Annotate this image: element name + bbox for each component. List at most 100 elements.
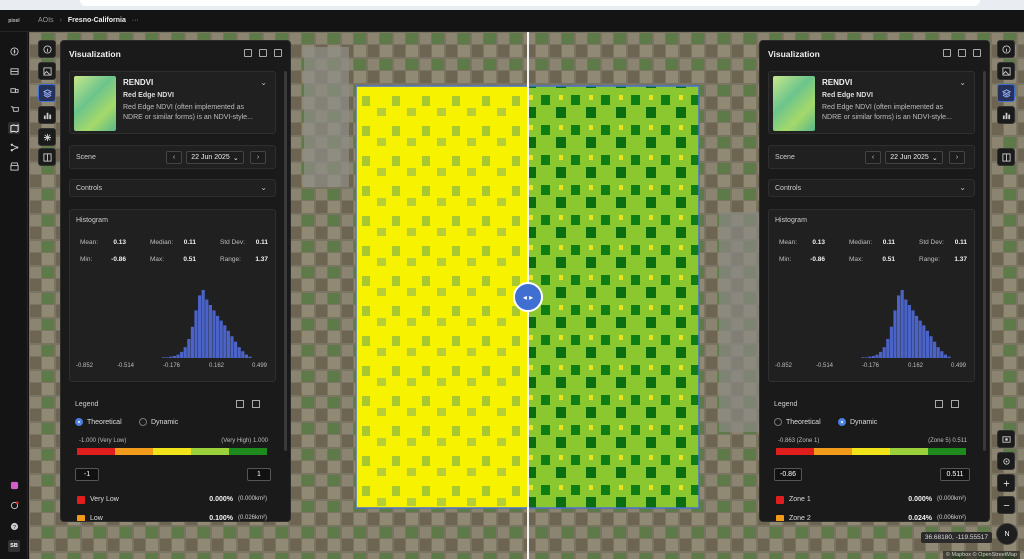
min-value: -0.86: [810, 256, 825, 263]
histogram-bar: [889, 326, 893, 358]
truck-icon[interactable]: [8, 84, 20, 96]
sidebar-toggle-icon[interactable]: [274, 49, 282, 57]
hist-tick: -0.852: [76, 363, 94, 369]
histogram-bar: [886, 338, 890, 358]
sparkle-icon[interactable]: [38, 128, 56, 146]
controls-label: Controls: [775, 185, 802, 192]
download-icon[interactable]: [244, 49, 252, 57]
compass-button[interactable]: N: [996, 523, 1018, 545]
legend-row-name: Low: [90, 515, 103, 522]
edit-icon[interactable]: [935, 400, 943, 408]
split-view-icon[interactable]: [38, 148, 56, 166]
ramp-segment: [77, 448, 115, 455]
network-icon[interactable]: [8, 141, 20, 153]
histogram-bar: [943, 354, 947, 358]
legend-mode-theoretical[interactable]: Theoretical: [774, 418, 821, 426]
expand-icon[interactable]: [958, 49, 966, 57]
hist-tick: -0.176: [862, 363, 880, 369]
image-icon[interactable]: [38, 62, 56, 80]
histogram-bar: [248, 356, 252, 358]
prev-scene-button[interactable]: ‹: [865, 151, 881, 164]
layer-card[interactable]: RENDVI Red Edge NDVI Red Edge NDVI (ofte…: [69, 71, 276, 134]
breadcrumb-current[interactable]: Fresno-California: [68, 17, 126, 24]
copy-icon[interactable]: [951, 400, 959, 408]
histogram-bar: [230, 336, 234, 358]
address-bar[interactable]: [80, 0, 980, 6]
max-input[interactable]: 1: [247, 468, 271, 481]
scene-date-select[interactable]: 22 Jun 2025 ⌄: [186, 151, 244, 164]
scene-date-select[interactable]: 22 Jun 2025 ⌄: [885, 151, 943, 164]
legend-row-pct: 0.000%: [209, 496, 233, 503]
radio-selected-icon: [75, 418, 83, 426]
max-input[interactable]: 0.511: [940, 468, 970, 481]
histogram-bar: [947, 356, 951, 358]
legend-mode-theoretical[interactable]: Theoretical: [75, 418, 122, 426]
compass-icon[interactable]: [8, 45, 20, 57]
min-input[interactable]: -0.86: [774, 468, 802, 481]
histogram-bar: [194, 310, 198, 358]
min-label: Min:: [779, 256, 792, 263]
map-icon[interactable]: [8, 122, 20, 134]
histogram-bar: [201, 290, 205, 358]
help-icon[interactable]: ?: [8, 520, 20, 532]
histogram-bar: [918, 320, 922, 358]
bar-chart-icon-right[interactable]: [997, 106, 1015, 124]
locate-icon[interactable]: [997, 452, 1015, 470]
layers-icon[interactable]: [38, 84, 56, 102]
prev-scene-button[interactable]: ‹: [166, 151, 182, 164]
next-scene-button[interactable]: ›: [949, 151, 965, 164]
std-value: 0.11: [255, 239, 268, 246]
range-value: 1.37: [954, 256, 967, 263]
theoretical-label: Theoretical: [786, 418, 821, 426]
info-icon-right[interactable]: [997, 40, 1015, 58]
expand-icon[interactable]: [259, 49, 267, 57]
panel-scrollbar[interactable]: [983, 71, 986, 451]
layers-icon-right[interactable]: [997, 84, 1015, 102]
color-ramp[interactable]: [77, 448, 267, 455]
map-attribution[interactable]: © Mapbox © OpenStreetMap: [942, 551, 1020, 559]
max-label: Max:: [150, 256, 165, 263]
edit-icon[interactable]: [236, 400, 244, 408]
legend-mode-dynamic[interactable]: Dynamic: [139, 418, 178, 426]
max-label: Max:: [849, 256, 864, 263]
legend-swatch: [77, 515, 85, 521]
store-icon[interactable]: [8, 160, 20, 172]
color-ramp[interactable]: [776, 448, 966, 455]
notification-icon[interactable]: [8, 499, 20, 511]
legend-mode-dynamic[interactable]: Dynamic: [838, 418, 877, 426]
split-view-icon-right[interactable]: [997, 148, 1015, 166]
legend-row-area: (0.026km²): [237, 515, 267, 521]
app-logo[interactable]: pixel: [0, 18, 28, 24]
next-scene-button[interactable]: ›: [250, 151, 266, 164]
min-input[interactable]: -1: [75, 468, 99, 481]
cart-icon[interactable]: [8, 103, 20, 115]
bar-chart-icon[interactable]: [38, 106, 56, 124]
radio-icon: [774, 418, 782, 426]
zoom-in-button[interactable]: [997, 474, 1015, 492]
more-options-button[interactable]: ···: [132, 17, 139, 24]
panel-scrollbar[interactable]: [284, 71, 287, 451]
download-icon[interactable]: [943, 49, 951, 57]
image-icon-right[interactable]: [997, 62, 1015, 80]
range-high-label: (Zone 5) 0.511: [928, 438, 967, 444]
breadcrumb-aois[interactable]: AOIs: [38, 17, 54, 24]
chevron-down-icon[interactable]: ⌄: [959, 78, 966, 87]
dynamic-label: Dynamic: [151, 418, 179, 426]
layer-card[interactable]: RENDVI Red Edge NDVI Red Edge NDVI (ofte…: [768, 71, 975, 134]
controls-section[interactable]: Controls ⌄: [768, 179, 975, 197]
compare-slider-handle[interactable]: ◂ ▸: [513, 282, 543, 312]
user-avatar[interactable]: SB: [8, 540, 20, 552]
screenshot-icon[interactable]: [997, 430, 1015, 448]
zoom-out-button[interactable]: [997, 496, 1015, 514]
app-badge-icon[interactable]: [8, 479, 20, 491]
coordinate-readout: 36.68180, -119.55517: [920, 532, 992, 543]
copy-icon[interactable]: [252, 400, 260, 408]
sidebar-toggle-icon[interactable]: [973, 49, 981, 57]
histogram-bar: [864, 357, 868, 358]
chevron-down-icon[interactable]: ⌄: [260, 78, 267, 87]
histogram-bar: [900, 290, 904, 358]
info-icon[interactable]: [38, 40, 56, 58]
ramp-segment: [115, 448, 153, 455]
controls-section[interactable]: Controls ⌄: [69, 179, 276, 197]
stack-icon[interactable]: [8, 65, 20, 77]
